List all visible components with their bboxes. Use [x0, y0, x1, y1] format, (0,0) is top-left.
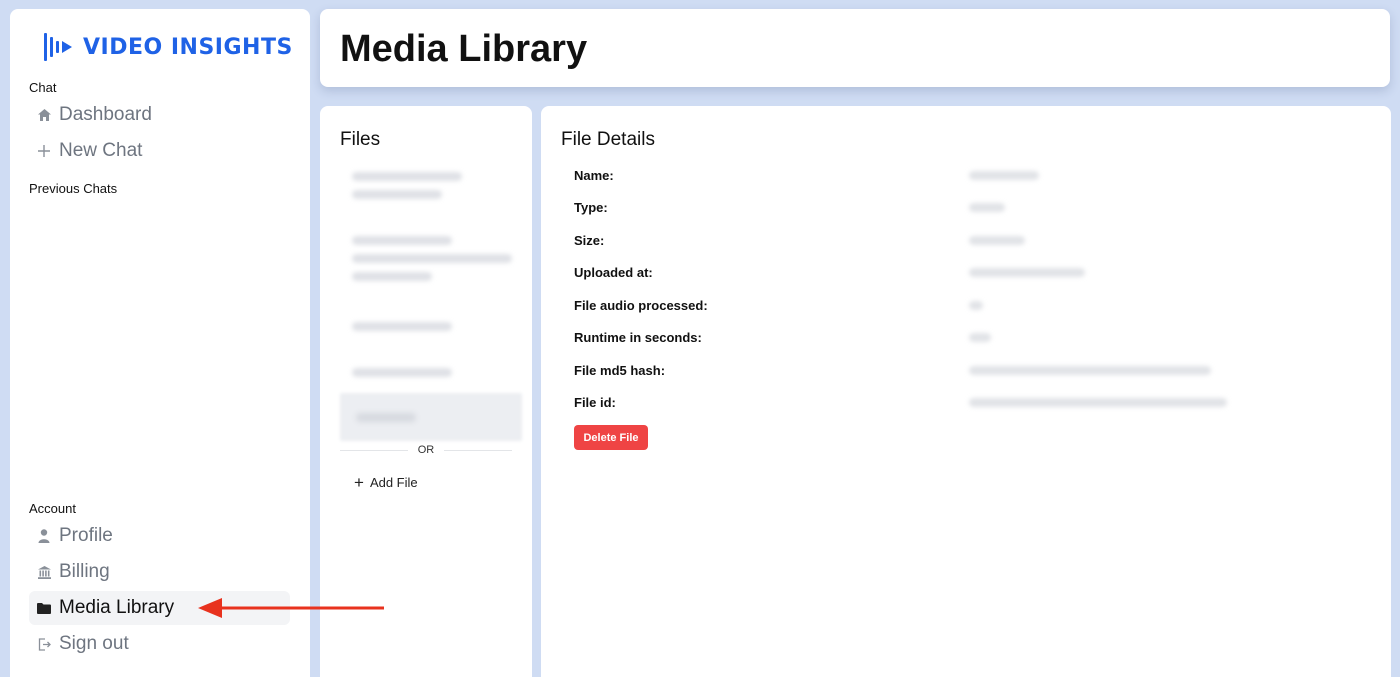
- file-list-item[interactable]: [340, 168, 522, 208]
- sidebar-item-label: Media Library: [59, 597, 175, 618]
- sidebar-item-label: Billing: [59, 561, 110, 582]
- detail-label-file-id: File id:: [574, 395, 616, 410]
- logo-text: VIDEO INSIGHTS: [83, 34, 293, 60]
- chat-section-label: Chat: [29, 80, 57, 95]
- previous-chats-label: Previous Chats: [29, 181, 118, 196]
- detail-value-uploaded-at: [969, 268, 1085, 277]
- sidebar-item-billing[interactable]: Billing: [29, 555, 290, 589]
- sidebar-item-dashboard[interactable]: Dashboard: [29, 98, 290, 132]
- detail-value-size: [969, 236, 1025, 245]
- file-list-item-selected[interactable]: [340, 393, 522, 441]
- sidebar-item-sign-out[interactable]: Sign out: [29, 627, 290, 661]
- detail-label-audio-processed: File audio processed:: [574, 298, 708, 313]
- detail-label-size: Size:: [574, 233, 605, 248]
- detail-value-md5: [969, 366, 1211, 375]
- user-icon: [37, 529, 51, 543]
- detail-value-type: [969, 203, 1005, 212]
- or-label: OR: [417, 444, 435, 456]
- add-file-button[interactable]: + Add File: [354, 474, 418, 491]
- sidebar-item-label: New Chat: [59, 140, 143, 161]
- file-details-panel: File Details Name: Type: Size: Uploaded …: [541, 106, 1391, 677]
- detail-label-runtime: Runtime in seconds:: [574, 330, 702, 345]
- arrow-annotation: [198, 598, 384, 618]
- sidebar-item-label: Dashboard: [59, 104, 152, 125]
- files-panel: Files OR + Add File: [320, 106, 532, 677]
- detail-label-name: Name:: [574, 168, 614, 183]
- account-section-label: Account: [29, 501, 76, 516]
- sign-out-icon: [37, 637, 51, 651]
- file-list-item[interactable]: [340, 318, 522, 338]
- detail-label-type: Type:: [574, 200, 608, 215]
- files-title: Files: [340, 129, 381, 150]
- folder-icon: [37, 602, 51, 614]
- detail-value-audio-processed: [969, 301, 983, 310]
- detail-label-uploaded-at: Uploaded at:: [574, 265, 653, 280]
- file-details-title: File Details: [561, 129, 655, 150]
- bank-icon: [37, 565, 51, 579]
- detail-value-file-id: [969, 398, 1227, 407]
- detail-label-md5: File md5 hash:: [574, 363, 666, 378]
- page-title: Media Library: [340, 28, 588, 70]
- delete-file-button[interactable]: Delete File: [574, 425, 648, 450]
- page-header: Media Library: [320, 9, 1390, 87]
- sidebar-item-profile[interactable]: Profile: [29, 519, 290, 553]
- home-icon: [37, 109, 51, 121]
- plus-icon: [37, 145, 51, 157]
- logo-icon: [44, 33, 72, 61]
- file-list-item[interactable]: [340, 364, 522, 384]
- logo[interactable]: VIDEO INSIGHTS: [43, 31, 293, 63]
- detail-value-name: [969, 171, 1039, 180]
- file-list-item[interactable]: [340, 232, 522, 292]
- detail-value-runtime: [969, 333, 991, 342]
- add-file-label: Add File: [369, 475, 418, 490]
- sidebar-item-new-chat[interactable]: New Chat: [29, 134, 290, 168]
- plus-icon: +: [354, 473, 364, 492]
- sidebar: VIDEO INSIGHTS Chat Dashboard New Chat P…: [10, 9, 310, 677]
- or-divider: OR: [340, 443, 512, 457]
- sidebar-item-label: Sign out: [59, 633, 129, 654]
- sidebar-item-label: Profile: [59, 525, 113, 546]
